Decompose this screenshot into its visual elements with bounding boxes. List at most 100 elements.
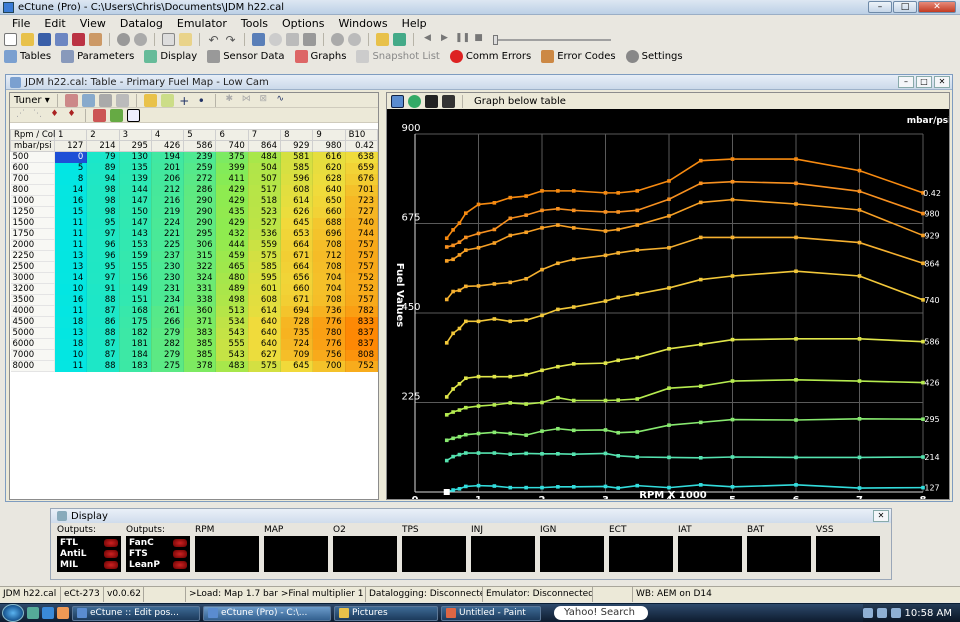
table-cell[interactable]: 282: [151, 338, 185, 350]
table-cell[interactable]: 483: [215, 360, 249, 372]
table-cell[interactable]: 322: [183, 261, 217, 273]
export-icon[interactable]: [393, 33, 406, 46]
table-cell[interactable]: 704: [312, 283, 346, 295]
table-cell[interactable]: 656: [280, 272, 314, 284]
table-cell[interactable]: 143: [119, 228, 152, 240]
table-cell[interactable]: 735: [280, 327, 314, 339]
table-edit-icon[interactable]: [81, 93, 95, 107]
table-cell[interactable]: 290: [183, 195, 217, 207]
table-cell[interactable]: 736: [312, 305, 346, 317]
table-cell[interactable]: 206: [151, 173, 185, 185]
table-cell[interactable]: 91: [86, 283, 120, 295]
table-cell[interactable]: 201: [151, 162, 185, 174]
table-cell[interactable]: 144: [119, 184, 152, 196]
table-cell[interactable]: 536: [248, 228, 282, 240]
save-icon[interactable]: [38, 33, 51, 46]
start-button[interactable]: [2, 604, 24, 622]
table-cell[interactable]: 88: [86, 327, 120, 339]
tool-icon[interactable]: [64, 93, 78, 107]
table-cell[interactable]: 96: [86, 250, 120, 262]
table-cell[interactable]: 757: [345, 250, 379, 262]
marker-add-icon[interactable]: ♦: [65, 109, 78, 122]
open-log-icon[interactable]: [376, 33, 389, 46]
table-cell[interactable]: 375: [215, 151, 249, 163]
table-cell[interactable]: 14: [54, 272, 88, 284]
table-cell[interactable]: 517: [248, 184, 282, 196]
table-cell[interactable]: 645: [280, 360, 314, 372]
marker-icon[interactable]: ♦: [48, 109, 61, 122]
table-cell[interactable]: 752: [345, 272, 379, 284]
table-cell[interactable]: 708: [312, 261, 346, 273]
plus-icon[interactable]: +: [178, 94, 191, 108]
redo-icon[interactable]: ↷: [224, 33, 237, 47]
table-cell[interactable]: 507: [248, 173, 282, 185]
table-cell[interactable]: 290: [183, 217, 217, 229]
table-cell[interactable]: 616: [312, 151, 346, 163]
filter-icon[interactable]: [98, 93, 112, 107]
undo-icon[interactable]: ↶: [207, 33, 220, 47]
table-cell[interactable]: 708: [312, 239, 346, 251]
table-cell[interactable]: 429: [215, 184, 249, 196]
table-cell[interactable]: 757: [345, 294, 379, 306]
table-cell[interactable]: 664: [280, 239, 314, 251]
table-cell[interactable]: 97: [86, 228, 120, 240]
table-cell[interactable]: 338: [183, 294, 217, 306]
table-cell[interactable]: 239: [183, 151, 217, 163]
table-cell[interactable]: 86: [86, 316, 120, 328]
table-cell[interactable]: 13: [54, 250, 88, 262]
table-cell[interactable]: 87: [86, 305, 120, 317]
play-icon[interactable]: ▶: [438, 33, 451, 46]
table-cell[interactable]: 95: [86, 261, 120, 273]
table-cell[interactable]: 14: [54, 184, 88, 196]
menu-options[interactable]: Options: [276, 17, 332, 30]
menu-help[interactable]: Help: [396, 17, 435, 30]
table-cell[interactable]: 11: [54, 360, 88, 372]
table-cell[interactable]: 184: [119, 349, 152, 361]
table-cell[interactable]: 585: [280, 162, 314, 174]
table-cell[interactable]: 614: [248, 305, 282, 317]
table-cell[interactable]: 149: [119, 283, 152, 295]
table-cell[interactable]: 18: [54, 338, 88, 350]
task-ectune-pro[interactable]: eCtune (Pro) - C:\...: [203, 605, 331, 621]
table-cell[interactable]: 88: [86, 294, 120, 306]
table-cell[interactable]: 740: [345, 217, 379, 229]
table-cell[interactable]: 700: [312, 360, 346, 372]
table-cell[interactable]: 147: [119, 217, 152, 229]
playback-slider[interactable]: [493, 34, 611, 45]
table-cell[interactable]: 156: [119, 272, 152, 284]
save-as-icon[interactable]: [55, 33, 68, 46]
table-cell[interactable]: 399: [215, 162, 249, 174]
table-cell[interactable]: 608: [280, 184, 314, 196]
child-maximize-button[interactable]: □: [916, 76, 932, 88]
new-file-icon[interactable]: [4, 33, 17, 46]
quicklaunch-icon[interactable]: [27, 607, 39, 619]
graph-2d-icon[interactable]: [391, 94, 404, 108]
table-cell[interactable]: 782: [345, 305, 379, 317]
table-cell[interactable]: 306: [183, 239, 217, 251]
table-cell[interactable]: 444: [215, 239, 249, 251]
table-cell[interactable]: 595: [248, 272, 282, 284]
table-cell[interactable]: 94: [86, 173, 120, 185]
table-cell[interactable]: 694: [280, 305, 314, 317]
table-cell[interactable]: 98: [86, 206, 120, 218]
table-cell[interactable]: 153: [119, 239, 152, 251]
stop-icon[interactable]: ■: [472, 33, 485, 46]
table-cell[interactable]: 10: [54, 283, 88, 295]
yahoo-search-input[interactable]: Yahoo! Search: [554, 606, 648, 620]
network-icon[interactable]: [862, 608, 873, 618]
table-cell[interactable]: 88: [86, 360, 120, 372]
bars-icon[interactable]: ⋱: [31, 109, 44, 122]
interpolate-icon[interactable]: ✱: [223, 94, 236, 107]
task-ectune-edit[interactable]: eCtune :: Edit pos...: [72, 605, 200, 621]
table-cell[interactable]: 776: [312, 316, 346, 328]
table-cell[interactable]: 150: [119, 206, 152, 218]
table-cell[interactable]: 290: [183, 206, 217, 218]
ie-icon[interactable]: [42, 607, 54, 619]
table-cell[interactable]: 534: [215, 316, 249, 328]
table-cell[interactable]: 757: [345, 261, 379, 273]
minimize-button[interactable]: –: [868, 1, 892, 13]
table-cell[interactable]: 97: [86, 272, 120, 284]
table-cell[interactable]: 660: [280, 283, 314, 295]
table-cell[interactable]: 757: [345, 239, 379, 251]
table-cell[interactable]: 614: [280, 195, 314, 207]
